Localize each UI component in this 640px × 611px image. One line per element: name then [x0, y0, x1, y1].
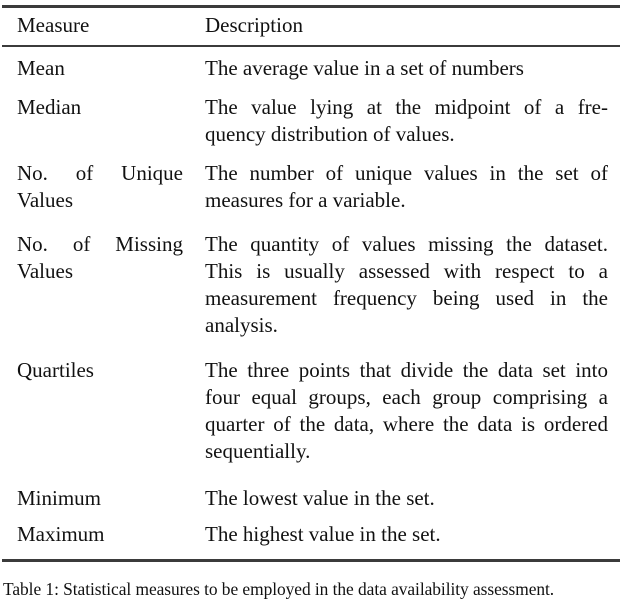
table-figure-page: Measure Description Mean The average val…: [0, 0, 640, 611]
row-measure: Minimum: [17, 485, 183, 512]
description-line: sequentially.: [205, 439, 311, 463]
row-description: The quantity of values missing the datas…: [205, 231, 608, 339]
description-line: four equal groups, each group comprising…: [205, 385, 608, 409]
measure-line: Mean: [17, 56, 65, 80]
row-measure: Maximum: [17, 521, 183, 548]
table-caption: Table 1: Statistical measures to be empl…: [3, 579, 555, 599]
measure-line: No. of Missing: [17, 232, 183, 256]
row-measure: No. of Missing Values: [17, 231, 183, 285]
row-measure: Median: [17, 94, 183, 121]
description-line: quency distribution of values.: [205, 122, 455, 146]
row-description: The three points that divide the data se…: [205, 357, 608, 465]
row-description: The value lying at the midpoint of a fre…: [205, 94, 608, 148]
description-line: The value lying at the midpoint of a fre…: [205, 95, 608, 119]
description-line: The number of unique values in the set o…: [205, 161, 608, 185]
description-line: analysis.: [205, 313, 278, 337]
header-cell-measure: Measure: [17, 13, 90, 37]
measure-line: Median: [17, 95, 82, 119]
description-line: This is usually assessed with respect to…: [205, 259, 608, 283]
row-measure: No. of Unique Values: [17, 160, 183, 214]
row-description: The highest value in the set.: [205, 521, 608, 548]
measure-line: Quartiles: [17, 358, 94, 382]
measure-line: No. of Unique: [17, 161, 183, 185]
measure-line: Values: [17, 188, 73, 212]
measure-line: Maximum: [17, 522, 105, 546]
description-line: The average value in a set of numbers: [205, 56, 524, 80]
measure-line: Minimum: [17, 486, 102, 510]
row-measure: Mean: [17, 55, 183, 82]
description-line: quarter of the data, where the data is o…: [205, 412, 608, 436]
table-top-rule: [2, 5, 620, 8]
description-line: The quantity of values missing the datas…: [205, 232, 608, 256]
row-description: The average value in a set of numbers: [205, 55, 608, 82]
row-description: The lowest value in the set.: [205, 485, 608, 512]
table-bottom-rule: [2, 559, 620, 562]
row-measure: Quartiles: [17, 357, 183, 384]
description-line: The three points that divide the data se…: [205, 358, 608, 382]
table-header-rule: [2, 45, 620, 47]
description-line: measurement frequency being used in the: [205, 286, 608, 310]
description-line: The lowest value in the set.: [205, 486, 435, 510]
header-cell-description: Description: [205, 13, 303, 37]
measure-line: Values: [17, 259, 73, 283]
description-line: measures for a variable.: [205, 188, 406, 212]
row-description: The number of unique values in the set o…: [205, 160, 608, 214]
description-line: The highest value in the set.: [205, 522, 441, 546]
